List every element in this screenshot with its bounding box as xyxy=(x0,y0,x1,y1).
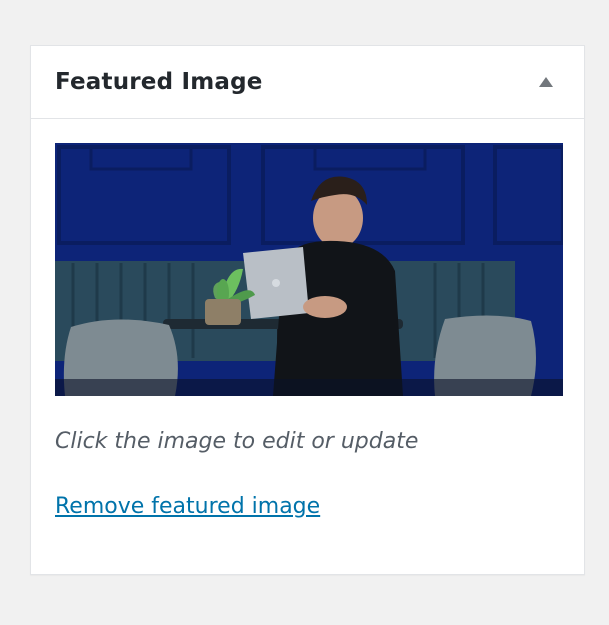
panel-title: Featured Image xyxy=(55,69,263,95)
featured-image-button[interactable] xyxy=(55,143,563,396)
featured-image-panel: Featured Image Click the image to edit o… xyxy=(30,45,585,575)
edit-hint-text: Click the image to edit or update xyxy=(55,429,419,454)
featured-photo xyxy=(55,143,563,396)
panel-header[interactable]: Featured Image xyxy=(31,46,584,119)
remove-featured-image-link[interactable]: Remove featured image xyxy=(55,494,320,519)
panel-body: Click the image to edit or update Remove… xyxy=(31,119,584,519)
triangle-up-icon[interactable] xyxy=(532,68,560,96)
